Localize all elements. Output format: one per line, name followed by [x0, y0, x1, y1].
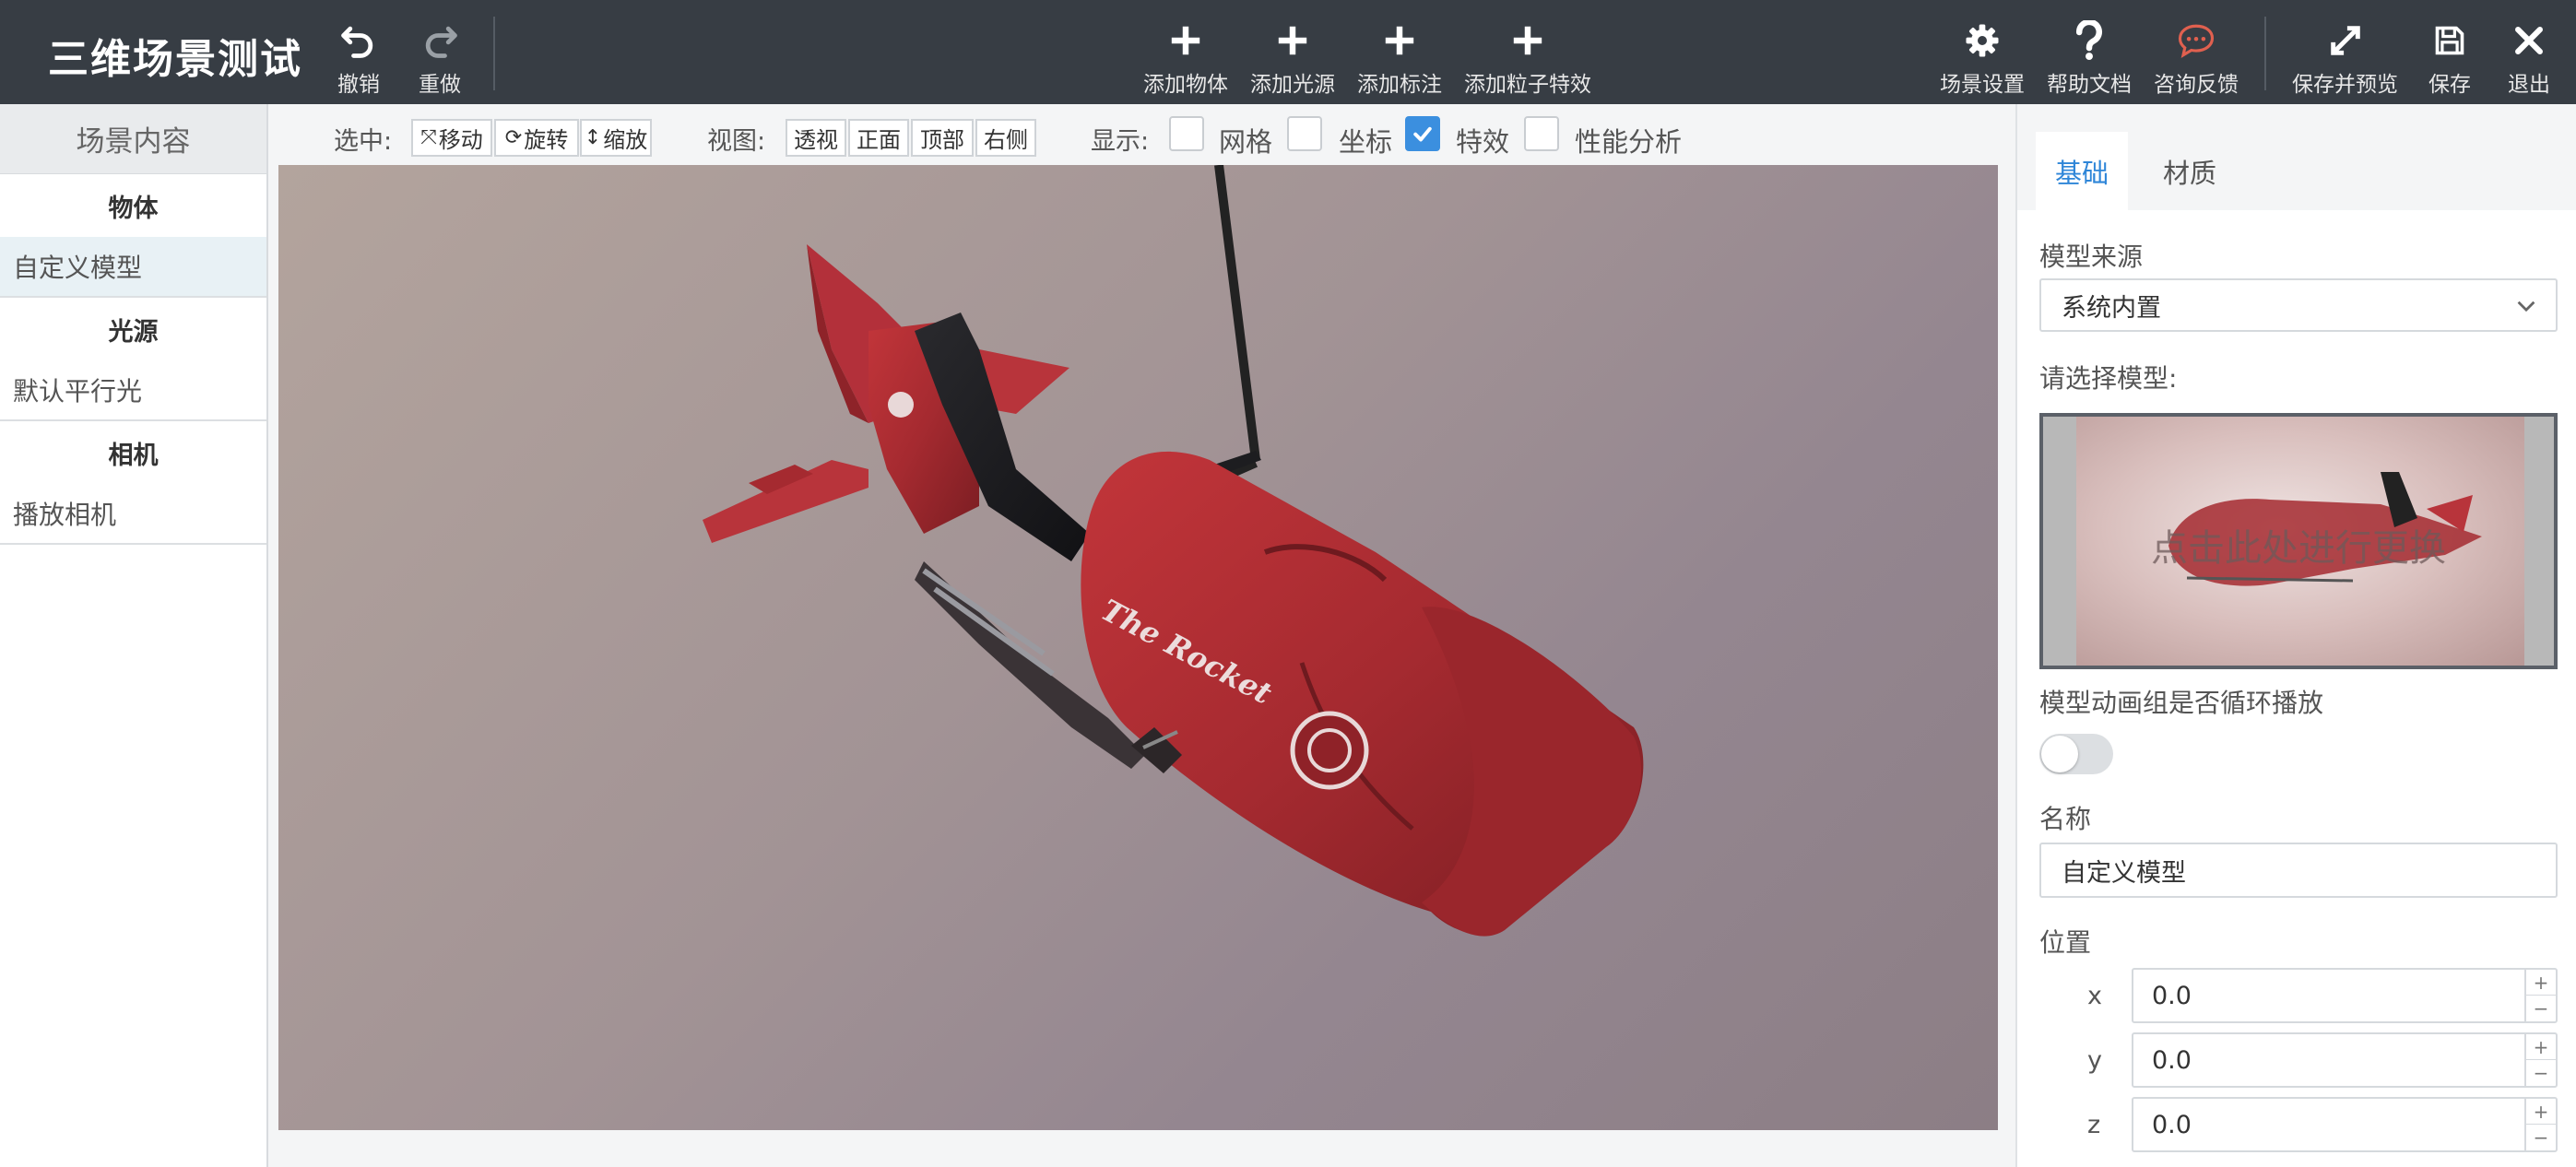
choose-model-label: 请选择模型:: [2039, 363, 2178, 394]
effects-checkbox-label: 特效: [1456, 126, 1510, 158]
rotate-button[interactable]: ⟳ 旋转: [494, 119, 579, 157]
increment-z-button[interactable]: +: [2524, 1099, 2556, 1125]
chevron-down-icon: [2517, 301, 2535, 312]
redo-button[interactable]: 重做: [419, 18, 461, 98]
position-x-input[interactable]: [2133, 970, 2524, 1021]
position-z-stepper[interactable]: + −: [2132, 1097, 2558, 1152]
exit-button[interactable]: 退出: [2508, 18, 2550, 98]
properties-panel: 基础 材质 模型来源 系统内置 请选择模型: 点击此处进行更换 模型动画组是否循…: [2015, 104, 2576, 1167]
view-top-button[interactable]: 顶部: [911, 119, 974, 157]
add-label-button[interactable]: 添加标注: [1357, 18, 1442, 98]
grid-checkbox[interactable]: [1169, 116, 1204, 151]
plus-icon: [1385, 26, 1414, 55]
category-cameras: 相机: [108, 441, 159, 470]
plus-icon: [1513, 26, 1542, 55]
top-toolbar: 三维场景测试 撤销 重做 添加物体 添加光源 添加标注 添加粒子特效 场景设置 …: [0, 0, 2576, 104]
increment-x-button[interactable]: +: [2524, 970, 2556, 996]
scene-item-default-light[interactable]: 默认平行光: [0, 360, 266, 421]
position-x-stepper[interactable]: + −: [2132, 968, 2558, 1023]
axes-checkbox[interactable]: [1287, 116, 1322, 151]
scene-item-play-camera[interactable]: 播放相机: [0, 484, 266, 545]
undo-button[interactable]: 撤销: [337, 18, 380, 98]
view-front-button[interactable]: 正面: [848, 119, 909, 157]
display-label: 显示:: [1091, 127, 1150, 156]
model-source-value: 系统内置: [2062, 293, 2161, 323]
save-button[interactable]: 保存: [2428, 18, 2471, 98]
model-source-label: 模型来源: [2039, 242, 2144, 272]
scale-vertical-icon: ↕: [584, 126, 602, 149]
plus-icon: [1278, 26, 1307, 55]
expand-icon: [2330, 26, 2360, 55]
chat-bubble-icon: [2178, 24, 2215, 58]
move-arrows-icon: ⤧: [420, 126, 437, 149]
position-x-label: x: [2087, 982, 2102, 1010]
tab-basic[interactable]: 基础: [2036, 132, 2128, 210]
model-source-select[interactable]: 系统内置: [2039, 278, 2558, 332]
position-label: 位置: [2039, 927, 2092, 958]
select-label: 选中:: [334, 127, 393, 156]
position-y-label: y: [2087, 1046, 2102, 1075]
feedback-button[interactable]: 咨询反馈: [2154, 18, 2239, 98]
scene-settings-button[interactable]: 场景设置: [1940, 18, 2025, 98]
properties-tabs: 基础 材质: [2017, 104, 2576, 210]
undo-icon: [341, 26, 373, 58]
performance-checkbox[interactable]: [1524, 116, 1559, 151]
position-z-label: z: [2087, 1111, 2101, 1139]
scene-content-panel: 场景内容 物体 自定义模型 光源 默认平行光 相机 播放相机: [0, 104, 268, 1167]
checkmark-icon: [1413, 126, 1432, 142]
decrement-y-button[interactable]: −: [2524, 1060, 2556, 1086]
grid-checkbox-label: 网格: [1219, 126, 1273, 158]
decrement-z-button[interactable]: −: [2524, 1125, 2556, 1150]
save-preview-button[interactable]: 保存并预览: [2292, 18, 2398, 98]
loop-animation-label: 模型动画组是否循环播放: [2039, 688, 2324, 718]
scene-content-title: 场景内容: [0, 104, 266, 174]
decrement-x-button[interactable]: −: [2524, 996, 2556, 1021]
loop-animation-toggle[interactable]: [2039, 734, 2113, 774]
help-docs-button[interactable]: 帮助文档: [2047, 18, 2132, 98]
name-input[interactable]: [2039, 843, 2558, 898]
position-z-input[interactable]: [2133, 1099, 2524, 1150]
add-particle-button[interactable]: 添加粒子特效: [1464, 18, 1591, 98]
performance-checkbox-label: 性能分析: [1575, 126, 1683, 158]
view-right-button[interactable]: 右侧: [975, 119, 1036, 157]
move-button[interactable]: ⤧ 移动: [411, 119, 492, 157]
redo-icon: [425, 26, 457, 58]
category-objects: 物体: [108, 194, 159, 223]
effects-checkbox[interactable]: [1405, 116, 1440, 151]
position-y-input[interactable]: [2133, 1034, 2524, 1086]
rocket-bike-model: The Rocket: [703, 165, 1644, 937]
add-object-button[interactable]: 添加物体: [1143, 18, 1228, 98]
view-label: 视图:: [707, 127, 766, 156]
toggle-knob: [2041, 736, 2078, 772]
model-thumbnail-picker[interactable]: 点击此处进行更换: [2039, 413, 2558, 669]
add-light-button[interactable]: 添加光源: [1250, 18, 1335, 98]
gear-icon: [1966, 24, 1999, 57]
toolbar-divider: [493, 17, 495, 90]
view-perspective-button[interactable]: 透视: [786, 119, 846, 157]
floppy-disk-icon: [2435, 26, 2464, 55]
scene-item-custom-model[interactable]: 自定义模型: [0, 237, 266, 298]
3d-viewport[interactable]: The Rocket: [278, 165, 1998, 1130]
tab-material[interactable]: 材质: [2132, 132, 2248, 210]
scale-button[interactable]: ↕ 缩放: [580, 119, 652, 157]
position-y-stepper[interactable]: + −: [2132, 1032, 2558, 1088]
increment-y-button[interactable]: +: [2524, 1034, 2556, 1060]
name-label: 名称: [2039, 804, 2092, 834]
app-title: 三维场景测试: [48, 36, 302, 83]
question-icon: [2075, 20, 2103, 61]
rotate-icon: ⟳: [504, 126, 523, 149]
close-icon: [2515, 27, 2543, 54]
click-to-replace-text: 点击此处进行更换: [2151, 527, 2446, 570]
plus-icon: [1171, 26, 1200, 55]
category-lights: 光源: [108, 317, 159, 347]
axes-checkbox-label: 坐标: [1339, 126, 1393, 158]
toolbar-divider: [2264, 17, 2266, 90]
